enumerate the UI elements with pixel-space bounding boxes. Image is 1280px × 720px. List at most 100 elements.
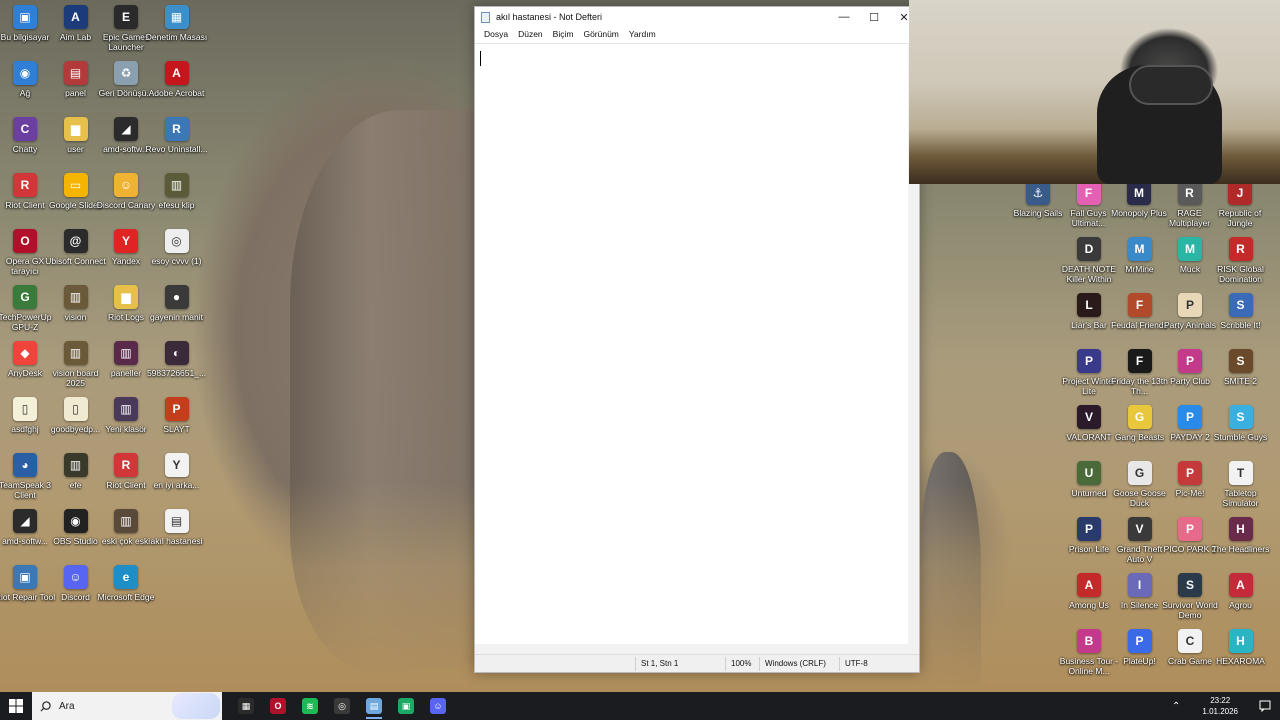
desktop-icon[interactable]: F Fall Guys Ultimat... (1062, 181, 1116, 228)
monopoly-icon: M (1127, 181, 1151, 205)
desktop-icon[interactable]: Yen iyi arka... (150, 453, 204, 490)
desktop-icon[interactable]: O Opera GX tarayıcı (0, 229, 52, 276)
taskbar-chrome[interactable]: ◎ (326, 692, 358, 720)
opera-gx-icon: O (270, 698, 286, 714)
horizontal-scrollbar[interactable] (475, 644, 908, 654)
search-icon (40, 700, 51, 712)
desktop-icon[interactable]: S SMITE 2 (1214, 349, 1268, 386)
desktop-icon[interactable]: G TechPowerUp GPU-Z (0, 285, 52, 332)
desktop-icon-label: efesu klip (158, 200, 195, 210)
desktop-icon-label: akıl hastanesi (150, 536, 203, 546)
desktop-icon[interactable]: A Agrou (1214, 573, 1268, 610)
scribble-it-icon: S (1228, 293, 1253, 317)
desktop-icon[interactable]: E Epic Games Launcher (99, 5, 153, 52)
menu-yardim[interactable]: Yardım (624, 27, 661, 41)
desktop-icon[interactable]: ◕ TeamSpeak 3 Client (0, 453, 52, 500)
desktop-icon[interactable]: e Microsoft Edge (98, 565, 154, 602)
text-caret (480, 51, 481, 66)
discord-icon: ☺ (430, 698, 446, 714)
desktop-icon[interactable]: B Business Tour - Online M... (1060, 629, 1118, 676)
desktop-icon[interactable]: H HEXAROMA (1214, 629, 1268, 666)
notepad-window[interactable]: akıl hastanesi - Not Defteri — ☐ ✕ Dosya… (474, 6, 920, 673)
menu-duzen[interactable]: Düzen (513, 27, 548, 41)
notification-icon[interactable] (1250, 700, 1280, 712)
desktop-icon[interactable]: ◐ 5983726651_... (147, 341, 206, 378)
project-winter-icon: P (1077, 349, 1101, 373)
menu-dosya[interactable]: Dosya (479, 27, 513, 41)
taskbar-opera-gx[interactable]: O (262, 692, 294, 720)
desktop-icon[interactable]: ▦ Denetim Masası (146, 5, 207, 42)
desktop-icon[interactable]: S Survivor World Demo (1162, 573, 1218, 620)
desktop-icon[interactable]: P SLAYT (150, 397, 204, 434)
in-silence-icon: I (1127, 573, 1152, 597)
desktop-icon[interactable]: S Scribble It! (1214, 293, 1268, 330)
desktop-icon[interactable]: T Tabletop Simulator (1214, 461, 1268, 508)
risk-icon: R (1228, 237, 1253, 261)
desktop-icon[interactable]: S Stumble Guys (1214, 405, 1268, 442)
taskbar-app-green[interactable]: ▣ (390, 692, 422, 720)
discord-canary-icon: ☺ (114, 173, 138, 197)
notepad-text-area[interactable] (475, 43, 908, 654)
start-button[interactable] (0, 692, 32, 720)
folder-vision-board-icon: ▥ (63, 341, 88, 365)
taskbar-notepad[interactable]: ▤ (358, 692, 390, 720)
desktop-icon-label: Stumble Guys (1213, 432, 1268, 442)
desktop-icon[interactable]: V Grand Theft Auto V (1113, 517, 1167, 564)
notepad-icon: ▤ (366, 698, 382, 714)
desktop-icon[interactable]: R Revo Uninstall... (146, 117, 207, 154)
desktop-icon[interactable]: ● gayenin manit (150, 285, 204, 322)
feudal-friends-icon: F (1127, 293, 1152, 317)
store-icon: ▦ (238, 698, 254, 714)
pico-park-icon: P (1178, 517, 1202, 541)
hexaroma-icon: H (1228, 629, 1253, 653)
revo-uninstaller-icon: R (164, 117, 189, 141)
status-line-ending: Windows (CRLF) (765, 659, 826, 668)
desktop-icon[interactable]: G Goose Goose Duck (1113, 461, 1167, 508)
desktop-icon[interactable]: ▥ efesu klip (150, 173, 204, 210)
taskbar-search-box[interactable]: Ara (32, 692, 222, 720)
desktop-icon-label: gayenin manit (150, 312, 203, 322)
tray-overflow-chevron-icon[interactable]: ⌃ (1162, 701, 1190, 712)
status-zoom: 100% (731, 659, 752, 668)
minimize-button[interactable]: — (829, 7, 859, 27)
party-club-icon: P (1178, 349, 1202, 373)
gpu-z-icon: G (13, 285, 37, 309)
smite2-icon: S (1228, 349, 1253, 373)
teamspeak-icon: ◕ (13, 453, 37, 477)
folder-vision-icon: ▥ (63, 285, 88, 309)
taskbar-spotify[interactable]: ≋ (294, 692, 326, 720)
mrmine-icon: M (1127, 237, 1152, 261)
taskbar-discord[interactable]: ☺ (422, 692, 454, 720)
chatty-icon: C (13, 117, 37, 141)
file-goodbye-icon: ▯ (63, 397, 88, 421)
status-separator (635, 657, 636, 671)
desktop-icon[interactable]: ◎ esoy cvvv (1) (150, 229, 204, 266)
desktop-icon-label: The Headliners (1211, 544, 1270, 554)
clock-date: 1.01.2026 (1202, 707, 1238, 716)
desktop-icon[interactable]: F Friday the 13th Th... (1111, 349, 1168, 396)
desktop-icon[interactable]: R RISK Global Domination (1214, 237, 1268, 284)
menu-bicim[interactable]: Biçim (548, 27, 579, 41)
desktop-icon[interactable]: ▥ vision board 2025 (49, 341, 103, 388)
obs-studio-icon: ◉ (63, 509, 88, 533)
friday-13th-icon: F (1127, 349, 1152, 373)
taskbar-microsoft-store[interactable]: ▦ (230, 692, 262, 720)
desktop-icon[interactable]: H The Headliners (1212, 517, 1269, 554)
desktop-icon[interactable]: ▤ akıl hastanesi (150, 509, 204, 546)
crab-game-icon: C (1178, 629, 1202, 653)
menu-gorunum[interactable]: Görünüm (578, 27, 623, 41)
taskbar-clock[interactable]: 23:22 1.01.2026 (1190, 695, 1250, 717)
ubisoft-connect-icon: @ (63, 229, 88, 253)
survivor-world-icon: S (1178, 573, 1202, 597)
gta5-icon: V (1127, 517, 1152, 541)
maximize-button[interactable]: ☐ (859, 7, 889, 27)
fall-guys-icon: F (1076, 181, 1101, 205)
republic-jungle-icon: J (1228, 181, 1252, 205)
desktop-icon-label: RISK Global Domination (1217, 264, 1264, 284)
desktop-icon[interactable]: A Adobe Acrobat (149, 61, 204, 98)
window-controls: — ☐ ✕ (829, 7, 919, 27)
search-placeholder: Ara (59, 700, 75, 712)
desktop-icon[interactable]: D DEATH NOTE Killer Within (1062, 237, 1116, 284)
desktop-icon[interactable]: J Republic of Jungle (1213, 181, 1267, 228)
text-file-akil-icon: ▤ (164, 509, 189, 533)
